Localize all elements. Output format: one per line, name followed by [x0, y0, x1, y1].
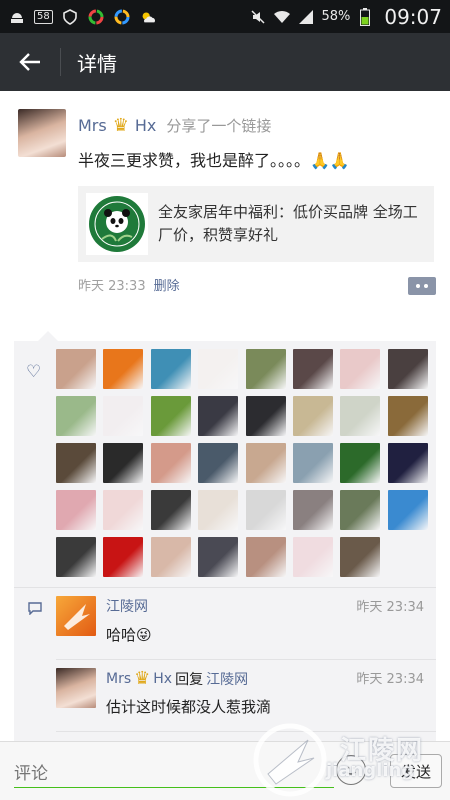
comment-item[interactable]: 江陵网 昨天 23:34 哈哈😜	[14, 588, 436, 660]
shield-icon	[61, 8, 79, 26]
dot-icon	[416, 284, 420, 288]
liker-avatar[interactable]	[103, 443, 144, 483]
status-bar: 58 58% 09:07	[0, 0, 450, 33]
battery-icon	[356, 7, 374, 26]
liker-avatar[interactable]	[103, 349, 144, 389]
commenter-name-text[interactable]: Mrs	[106, 671, 131, 687]
back-arrow-icon	[19, 53, 40, 71]
reply-word: 回复	[175, 671, 204, 688]
author-avatar[interactable]	[18, 109, 66, 157]
heart-icon: ♡	[26, 362, 42, 382]
liker-avatar[interactable]	[150, 349, 191, 389]
commenter-name[interactable]: Mrs ♛ Hx 回复 江陵网	[106, 668, 248, 689]
commenter-name-text[interactable]: 江陵网	[106, 596, 148, 616]
title-bar: 详情	[0, 33, 450, 91]
commenter-name[interactable]: 江陵网	[106, 596, 148, 616]
comment-input[interactable]	[14, 756, 334, 788]
mute-icon	[249, 8, 267, 26]
post-text: 半夜三更求赞，我也是醉了。。。。🙏🙏	[78, 151, 350, 170]
liker-avatar[interactable]	[245, 443, 286, 483]
liker-avatar[interactable]	[387, 396, 428, 436]
liker-avatar[interactable]	[292, 349, 333, 389]
panda-logo-icon	[89, 196, 145, 252]
comment-time: 昨天 23:34	[356, 672, 424, 687]
watermark-subtext: jiangling	[326, 760, 415, 781]
post-meta: 昨天 23:33 删除	[78, 275, 180, 294]
comment-text: 哈哈😜	[106, 626, 152, 644]
liker-avatar[interactable]	[103, 537, 144, 577]
author-name[interactable]: Mrs	[78, 116, 107, 135]
liker-avatar[interactable]	[56, 396, 96, 436]
post-action: 分享了一个链接	[166, 117, 272, 135]
moment-detail: Mrs ♛ Hx 分享了一个链接 半夜三更求赞，我也是醉了。。。。🙏🙏 全友家居…	[0, 91, 450, 741]
liker-avatar[interactable]	[292, 396, 333, 436]
dot-icon	[424, 284, 428, 288]
android-icon	[8, 8, 26, 26]
reply-target-name[interactable]: 江陵网	[206, 669, 248, 689]
more-options-button[interactable]	[408, 277, 436, 295]
liker-avatar[interactable]	[245, 490, 286, 530]
commenter-name-suffix[interactable]: Hx	[153, 671, 172, 687]
colorwheel-icon	[113, 8, 131, 26]
liker-avatar[interactable]	[387, 349, 428, 389]
liker-avatar[interactable]	[245, 396, 286, 436]
comment-time: 昨天 23:34	[356, 600, 424, 615]
link-thumbnail	[86, 193, 148, 255]
commenter-avatar[interactable]	[56, 668, 96, 708]
page-title: 详情	[77, 51, 117, 76]
likes-panel: ♡ 江陵网 昨天 23:34 哈哈😜 Mrs ♛ Hx 回复 江陵网 昨天 23…	[14, 341, 436, 741]
wifi-icon	[273, 8, 291, 26]
liker-avatar[interactable]	[56, 490, 96, 530]
signal-icon	[297, 8, 315, 26]
crown-icon: ♛	[134, 668, 151, 689]
liker-avatar[interactable]	[198, 537, 239, 577]
liker-avatar[interactable]	[245, 349, 286, 389]
colorwheel-icon	[87, 8, 105, 26]
post-time: 昨天 23:33	[78, 279, 146, 294]
liker-avatar[interactable]	[340, 443, 381, 483]
liker-avatar[interactable]	[340, 537, 381, 577]
delete-link[interactable]: 删除	[154, 275, 180, 294]
liker-avatar[interactable]	[198, 396, 239, 436]
likes-caret	[38, 331, 58, 341]
liker-avatar[interactable]	[340, 490, 381, 530]
link-card[interactable]: 全友家居年中福利：低价买品牌 全场工厂价，积赞享好礼	[78, 186, 434, 262]
liker-avatar[interactable]	[150, 537, 191, 577]
liker-avatar[interactable]	[198, 443, 239, 483]
liker-avatar[interactable]	[150, 443, 191, 483]
liker-avatar[interactable]	[103, 396, 144, 436]
post-header: Mrs ♛ Hx 分享了一个链接	[78, 115, 271, 136]
liker-avatar[interactable]	[56, 537, 96, 577]
comment-text: 估计这时候都没人惹我滴	[106, 698, 272, 716]
liker-avatar[interactable]	[340, 349, 381, 389]
liker-avatar[interactable]	[387, 490, 428, 530]
comment-item[interactable]: Mrs ♛ Hx 回复 江陵网 昨天 23:34 估计这时候都没人惹我滴	[14, 660, 436, 732]
liker-avatar[interactable]	[292, 443, 333, 483]
liker-avatar[interactable]	[150, 490, 191, 530]
commenter-avatar[interactable]	[56, 596, 96, 636]
author-name-suffix[interactable]: Hx	[135, 116, 157, 135]
liker-avatar[interactable]	[150, 396, 191, 436]
title-divider	[60, 48, 61, 76]
battery-percent: 58%	[321, 9, 351, 24]
liker-avatar[interactable]	[198, 490, 239, 530]
liker-avatar[interactable]	[292, 537, 333, 577]
liker-avatar[interactable]	[103, 490, 144, 530]
liker-avatar[interactable]	[340, 396, 381, 436]
crown-icon: ♛	[112, 115, 129, 136]
liker-avatar[interactable]	[387, 443, 428, 483]
weather-icon	[139, 8, 157, 26]
likes-grid	[56, 349, 428, 577]
liker-avatar[interactable]	[56, 349, 96, 389]
notification-count-badge: 58	[34, 9, 53, 24]
liker-avatar[interactable]	[198, 349, 239, 389]
back-button[interactable]	[0, 33, 60, 91]
comment-bubble-icon	[28, 602, 42, 619]
clock: 09:07	[384, 4, 442, 29]
liker-avatar[interactable]	[245, 537, 286, 577]
link-title: 全友家居年中福利：低价买品牌 全场工厂价，积赞享好礼	[158, 203, 418, 244]
liker-avatar[interactable]	[56, 443, 96, 483]
liker-avatar[interactable]	[292, 490, 333, 530]
